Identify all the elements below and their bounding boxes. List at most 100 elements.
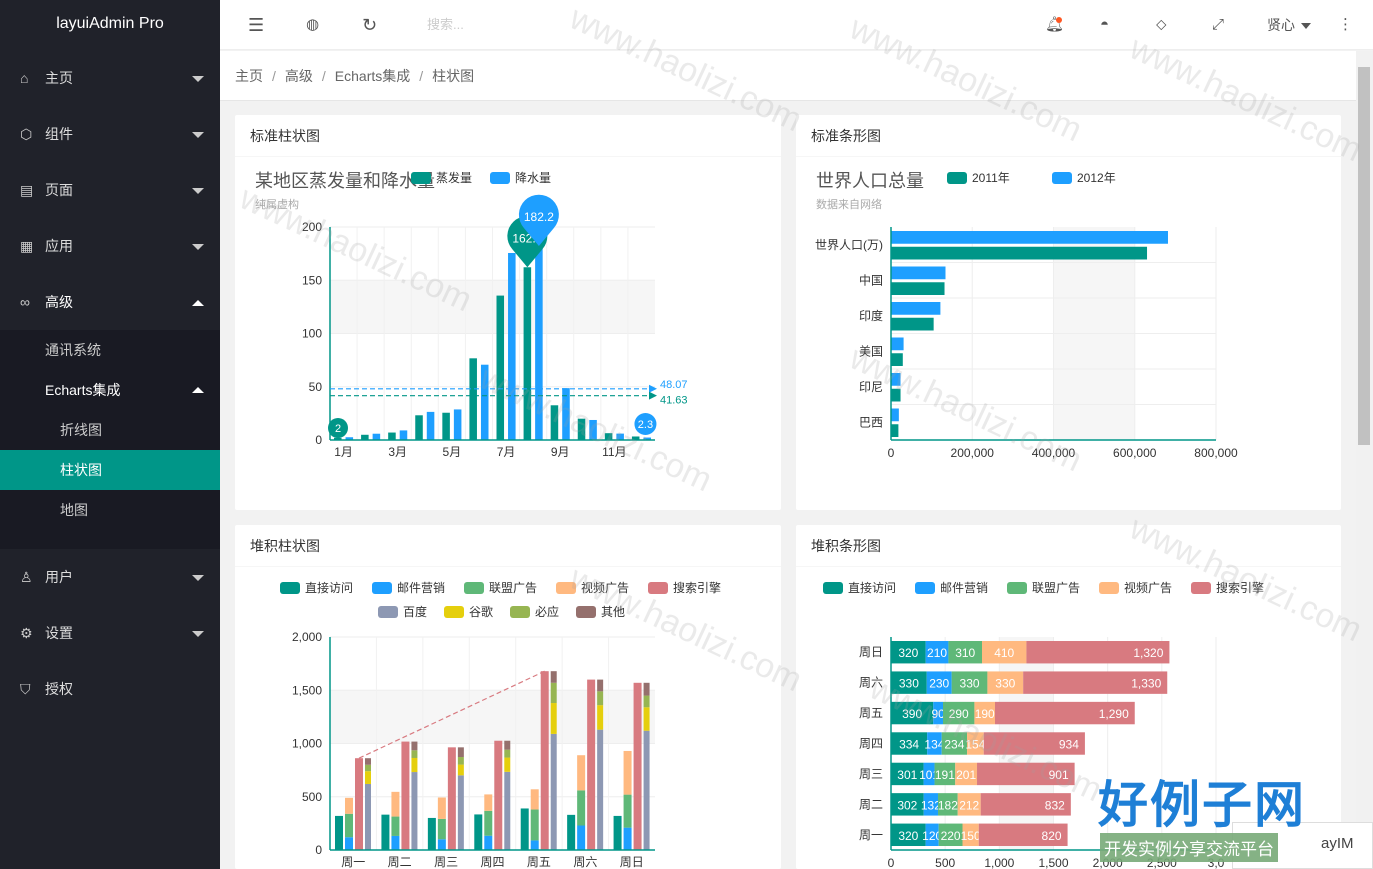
scrollbar-thumb[interactable] (1358, 67, 1370, 445)
y-tick-label: 印尼 (859, 380, 883, 394)
y-tick-label: 150 (302, 273, 322, 287)
user-menu[interactable]: 贤心 (1267, 0, 1311, 50)
grid-band (330, 690, 655, 744)
sidebar-item-senior[interactable]: ∞ 高级 (0, 274, 220, 330)
chevron-up-icon (192, 387, 204, 393)
bar (530, 809, 539, 841)
legend-swatch (464, 582, 484, 594)
legend-swatch (510, 606, 530, 618)
x-tick-label: 1,000 (984, 856, 1014, 869)
legend-label: 视频广告 (1124, 580, 1172, 595)
x-tick-label: 周六 (573, 855, 597, 869)
app-icon: ▦ (20, 238, 34, 254)
user-name: 贤心 (1267, 17, 1295, 33)
x-tick-label: 9月 (551, 445, 570, 459)
bar (388, 432, 396, 440)
y-tick-label: 周五 (859, 706, 883, 720)
bar (643, 730, 650, 850)
bar (345, 813, 353, 838)
bar (891, 282, 945, 295)
bar (415, 415, 423, 440)
fullscreen-icon[interactable]: ⤢ (1212, 0, 1224, 50)
data-label: 310 (955, 646, 975, 660)
legend-swatch (1007, 582, 1027, 594)
sidebar-subitem-bar[interactable]: 柱状图 (0, 450, 220, 490)
data-label: 182 (938, 798, 958, 812)
sidebar-item-app[interactable]: ▦ 应用 (0, 218, 220, 274)
bar (345, 837, 353, 850)
legend-label: 降水量 (515, 171, 551, 185)
bar (361, 434, 369, 440)
sidebar-item-page[interactable]: ▤ 页面 (0, 162, 220, 218)
y-tick-label: 0 (315, 433, 322, 447)
sidebar-item-label: 高级 (45, 294, 73, 310)
y-tick-label: 中国 (859, 272, 883, 287)
x-tick-label: 周二 (388, 855, 412, 869)
average-arrow (649, 384, 657, 393)
standard-hbar-chart: 世界人口总量数据来自网络 2011年 2012年 0 200,000 400,000 600… (815, 171, 1238, 460)
legend-label: 2011年 (972, 171, 1010, 185)
shrink-menu-icon[interactable]: ☰ (248, 0, 264, 50)
stacked-bar-chart: 直接访问 邮件营销 联盟广告 视频广告 搜索引擎百度 谷歌 必应 其他 0 500 1,000 1,5… (280, 580, 721, 869)
bar (365, 758, 371, 765)
breadcrumb-senior[interactable]: 高级 (285, 68, 313, 84)
data-label: 290 (949, 707, 969, 721)
sidebar-subitem-map[interactable]: 地图 (0, 490, 220, 530)
brand-watermark: 好例子网 开发实例分享交流平台 (1098, 765, 1338, 865)
notification-bell-icon[interactable]: 🔔︎ (1045, 0, 1064, 50)
theme-icon[interactable]: ◓ (1100, 0, 1109, 50)
more-icon[interactable]: ⋮ (1338, 0, 1353, 50)
breadcrumb-home[interactable]: 主页 (235, 68, 263, 84)
legend-label: 搜索引擎 (673, 580, 721, 595)
legend-swatch (576, 606, 596, 618)
sidebar-subitem-echarts[interactable]: Echarts集成 (0, 370, 220, 410)
bar (469, 358, 477, 440)
auth-icon: ⛉ (20, 681, 31, 697)
sidebar-item-auth[interactable]: ⛉ 授权 (0, 661, 220, 717)
data-label: 934 (1059, 738, 1079, 752)
y-tick-label: 50 (309, 380, 323, 394)
bar (372, 433, 381, 440)
sidebar-item-label: 组件 (45, 126, 73, 142)
sidebar-item-home[interactable]: ⌂ 主页 (0, 50, 220, 106)
bar (891, 317, 934, 331)
globe-icon[interactable]: ◍ (306, 0, 319, 50)
bar (891, 424, 899, 437)
y-tick-label: 周六 (859, 676, 883, 690)
bar (550, 703, 557, 734)
breadcrumb: 主页 / 高级 / Echarts集成 / 柱状图 (220, 51, 1356, 101)
bar (508, 252, 516, 440)
x-tick-label: 周三 (434, 855, 458, 869)
bar (577, 825, 586, 850)
data-label: 320 (898, 829, 918, 843)
scrollbar[interactable] (1356, 51, 1373, 869)
bar (427, 817, 436, 850)
bar (365, 771, 371, 784)
bar (550, 733, 557, 850)
sidebar-subitem-line[interactable]: 折线图 (0, 410, 220, 450)
tag-icon[interactable]: ⬦ (1156, 0, 1167, 50)
bar (453, 409, 462, 440)
refresh-icon[interactable]: ↻ (362, 0, 377, 50)
legend-swatch (648, 582, 668, 594)
data-label: 1,330 (1131, 677, 1161, 691)
brand-slogan: 开发实例分享交流平台 (1100, 833, 1278, 862)
search-input[interactable]: 搜索... (427, 0, 587, 50)
sidebar-item-user[interactable]: ♙ 用户 (0, 549, 220, 605)
breadcrumb-echarts[interactable]: Echarts集成 (335, 68, 410, 84)
y-tick-label: 1,000 (292, 737, 322, 751)
y-tick-label: 美国 (859, 344, 883, 358)
bar (550, 682, 557, 704)
min-label: 2.3 (638, 419, 653, 431)
sidebar-item-component[interactable]: ⬡ 组件 (0, 106, 220, 162)
card-title: 标准条形图 (796, 115, 1341, 157)
data-label: 150 (961, 829, 981, 843)
bar (550, 405, 559, 440)
sidebar-item-settings[interactable]: ⚙ 设置 (0, 605, 220, 661)
sidebar-item-label: 主页 (45, 70, 73, 86)
bar (426, 411, 435, 440)
sidebar-subitem-im[interactable]: 通讯系统 (0, 330, 220, 370)
bar (891, 302, 941, 315)
bar (520, 808, 529, 850)
data-label: 330 (899, 677, 919, 691)
